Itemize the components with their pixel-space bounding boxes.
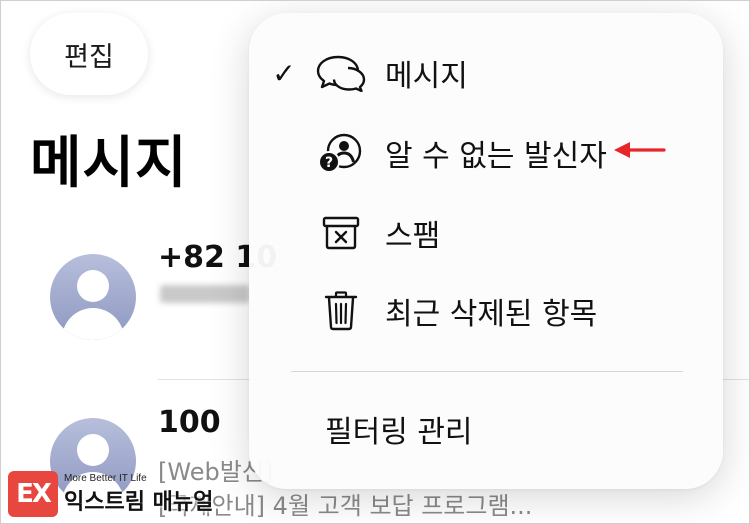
avatar-body [62, 308, 124, 340]
watermark-tagline: More Better IT Life [64, 472, 147, 484]
menu-item-label: 최근 삭제된 항목 [385, 297, 598, 332]
conversation-name[interactable]: 100 [158, 405, 221, 440]
manage-filtering-label: 필터링 관리 [325, 415, 473, 450]
menu-item-recently-deleted[interactable]: 최근 삭제된 항목 [249, 275, 723, 347]
conversation-snippet-line2: [국제안내] 4월 고객 보답 프로그램... [158, 492, 533, 520]
page-title: 메시지 [30, 131, 188, 196]
contact-avatar[interactable] [50, 254, 136, 340]
avatar-head [77, 270, 109, 302]
menu-item-label: 메시지 [385, 59, 468, 94]
spam-bin-icon [313, 211, 369, 255]
menu-item-label: 스팸 [385, 219, 441, 254]
chat-bubbles-icon [313, 51, 369, 95]
avatar-head [77, 434, 109, 466]
filter-menu: ✓ 메시지 ? 알 수 없는 발신자 스팸 최근 삭제된 항목 필터링 관리 [249, 13, 723, 489]
edit-button[interactable]: 편집 [30, 13, 148, 95]
trash-icon [313, 289, 369, 333]
menu-item-messages[interactable]: ✓ 메시지 [249, 37, 723, 109]
watermark-logo: EX [8, 471, 58, 517]
watermark-title: 익스트림 매뉴얼 [64, 489, 214, 515]
menu-item-label: 알 수 없는 발신자 [385, 139, 607, 174]
blurred-snippet [160, 285, 250, 303]
annotation-arrow-icon [614, 142, 666, 158]
menu-item-spam[interactable]: 스팸 [249, 197, 723, 269]
check-icon: ✓ [272, 56, 296, 90]
watermark: EX More Better IT Life 익스트림 매뉴얼 [8, 468, 213, 520]
manage-filtering-item[interactable]: 필터링 관리 [249, 393, 723, 465]
unknown-sender-icon: ? [313, 131, 369, 175]
svg-text:?: ? [325, 155, 333, 171]
menu-divider [291, 371, 683, 372]
